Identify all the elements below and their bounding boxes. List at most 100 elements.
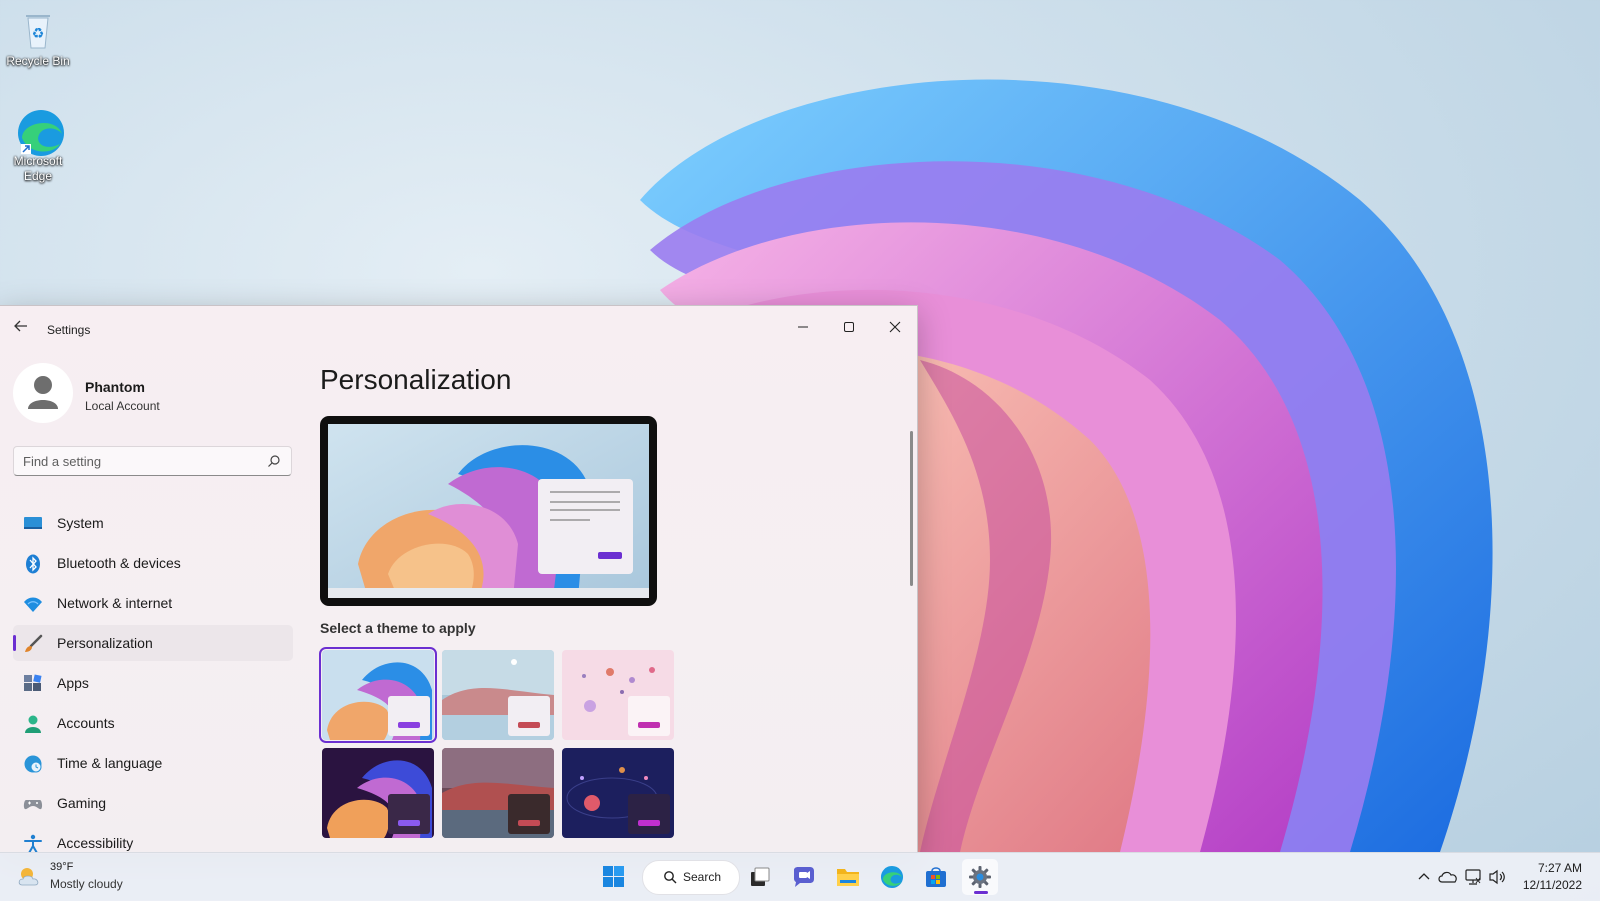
speaker-icon	[1489, 869, 1505, 885]
bluetooth-icon	[26, 554, 40, 574]
sidebar-item-label: Apps	[57, 675, 89, 691]
user-profile[interactable]: Phantom Local Account	[13, 363, 283, 423]
microsoft-store-icon	[926, 867, 946, 887]
task-view-icon	[751, 867, 770, 886]
network-button[interactable]	[1464, 867, 1484, 887]
theme-thumbnail	[322, 650, 434, 740]
theme-windows-light[interactable]	[319, 647, 437, 743]
brush-icon	[25, 634, 43, 652]
theme-thumbnail	[442, 650, 554, 740]
settings-search-box[interactable]	[13, 446, 292, 476]
sidebar-item-accounts[interactable]: Accounts	[13, 705, 293, 741]
network-icon	[1465, 869, 1481, 885]
clock-date: 12/11/2022	[1522, 878, 1582, 892]
minimize-button[interactable]	[780, 312, 826, 342]
task-view-button[interactable]	[742, 859, 778, 895]
maximize-button[interactable]	[826, 312, 872, 342]
theme-preview	[320, 416, 657, 606]
taskbar-search-label: Search	[683, 870, 722, 884]
controller-icon	[23, 800, 43, 810]
window-title: Settings	[47, 323, 91, 337]
start-button[interactable]	[596, 859, 632, 895]
search-icon	[664, 871, 677, 884]
page-title: Personalization	[320, 364, 512, 395]
sidebar-item-bluetooth[interactable]: Bluetooth & devices	[13, 545, 293, 581]
theme-thumbnail	[322, 748, 434, 838]
user-name: Phantom	[85, 379, 145, 395]
sidebar-item-label: Personalization	[57, 635, 153, 651]
desktop-icon-label: Microsoft Edge	[13, 154, 63, 183]
onedrive-button[interactable]	[1438, 867, 1458, 887]
sidebar-nav: System Bluetooth & devices Network & int…	[13, 505, 293, 853]
svg-text:♻: ♻	[32, 25, 45, 41]
cloudy-weather-icon	[18, 868, 39, 886]
theme-thumbnail	[442, 748, 554, 838]
theme-grid	[319, 647, 678, 838]
minimize-icon	[798, 326, 808, 328]
globe-clock-icon	[24, 755, 42, 773]
sidebar-item-label: Gaming	[57, 795, 107, 811]
close-button[interactable]	[872, 312, 917, 342]
accessibility-icon	[24, 834, 42, 853]
sidebar-item-network[interactable]: Network & internet	[13, 585, 293, 621]
search-icon	[268, 455, 280, 467]
sidebar-item-personalization[interactable]: Personalization	[13, 625, 293, 661]
sidebar-item-apps[interactable]: Apps	[13, 665, 293, 701]
theme-windows-dark[interactable]	[322, 748, 434, 838]
theme-glow[interactable]	[442, 650, 554, 740]
theme-thumbnail	[562, 748, 674, 838]
settings-gear-icon	[969, 866, 991, 888]
desktop-icon-edge[interactable]: Microsoft Edge	[0, 108, 76, 184]
sidebar-item-label: Accounts	[57, 715, 115, 731]
account-type: Local Account	[85, 399, 160, 413]
wifi-icon	[24, 597, 42, 612]
sidebar-item-label: Bluetooth & devices	[57, 555, 181, 571]
back-arrow-icon	[14, 320, 27, 332]
sidebar-item-label: Time & language	[57, 755, 163, 771]
taskbar: 39°F Mostly cloudy Search 7:27 AM 12/11/…	[0, 852, 1600, 901]
taskbar-search[interactable]: Search	[642, 860, 740, 895]
system-icon	[24, 517, 42, 529]
sidebar-item-gaming[interactable]: Gaming	[13, 785, 293, 821]
weather-widget[interactable]: 39°F Mostly cloudy	[16, 859, 176, 895]
weather-description: Mostly cloudy	[50, 877, 123, 891]
user-avatar-icon	[28, 376, 58, 409]
avatar	[13, 363, 73, 423]
content-scrollbar[interactable]	[910, 431, 913, 586]
theme-preview-image	[328, 424, 649, 598]
chevron-up-icon	[1418, 873, 1430, 880]
apps-icon	[24, 674, 42, 691]
edge-button[interactable]	[874, 859, 910, 895]
show-hidden-icons-button[interactable]	[1414, 867, 1434, 887]
desktop-icon-recycle-bin[interactable]: ♻ Recycle Bin	[0, 8, 76, 69]
select-theme-label: Select a theme to apply	[320, 620, 476, 636]
accounts-icon	[25, 715, 41, 733]
sidebar-item-accessibility[interactable]: Accessibility	[13, 825, 293, 853]
back-button[interactable]	[10, 318, 32, 340]
cloud-icon	[1438, 871, 1457, 883]
folder-icon	[837, 869, 859, 886]
chat-button[interactable]	[786, 859, 822, 895]
store-button[interactable]	[918, 859, 954, 895]
theme-thumbnail	[562, 650, 674, 740]
theme-sunrise[interactable]	[442, 748, 554, 838]
sidebar-item-label: Network & internet	[57, 595, 173, 611]
sidebar-item-system[interactable]: System	[13, 505, 293, 541]
recycle-bin-icon: ♻	[16, 8, 60, 52]
windows-logo-icon	[603, 866, 624, 887]
theme-captured-motion[interactable]	[562, 650, 674, 740]
edge-icon	[16, 108, 64, 156]
theme-flow[interactable]	[562, 748, 674, 838]
clock[interactable]: 7:27 AM 12/11/2022	[1512, 861, 1582, 892]
sidebar-item-label: System	[57, 515, 104, 531]
maximize-icon	[844, 322, 854, 332]
sidebar-item-label: Accessibility	[57, 835, 134, 851]
settings-taskbar-button[interactable]	[962, 859, 998, 895]
sidebar-item-time-language[interactable]: Time & language	[13, 745, 293, 781]
search-input[interactable]	[23, 452, 258, 470]
volume-button[interactable]	[1488, 867, 1508, 887]
title-bar[interactable]: Settings	[0, 306, 917, 354]
close-icon	[889, 321, 901, 333]
file-explorer-button[interactable]	[830, 859, 866, 895]
teams-chat-icon	[794, 867, 814, 887]
